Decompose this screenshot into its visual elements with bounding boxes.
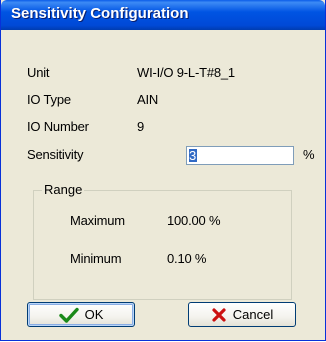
sensitivity-label: Sensitivity (27, 147, 84, 162)
sensitivity-input[interactable]: 3 (186, 146, 294, 165)
minimum-label: Minimum (70, 251, 122, 266)
minimum-value: 0.10 % (167, 251, 207, 266)
sensitivity-configuration-dialog: Sensitivity Configuration Unit WI-I/O 9-… (0, 0, 326, 341)
dialog-title: Sensitivity Configuration (11, 5, 189, 22)
sensitivity-input-value: 3 (189, 148, 197, 163)
dialog-body: Unit WI-I/O 9-L-T#8_1 IO Type AIN IO Num… (4, 30, 322, 337)
maximum-label: Maximum (70, 213, 125, 228)
io-type-value: AIN (137, 92, 159, 107)
cancel-button-label: Cancel (232, 307, 274, 322)
io-number-value: 9 (137, 119, 145, 134)
unit-label: Unit (27, 65, 50, 80)
range-legend: Range (42, 182, 85, 197)
title-bar[interactable]: Sensitivity Configuration (1, 0, 325, 30)
cancel-button[interactable]: Cancel (188, 302, 296, 327)
range-groupbox: Range Maximum 100.00 % Minimum 0.10 % (33, 182, 292, 300)
x-icon (211, 307, 227, 323)
maximum-value: 100.00 % (167, 213, 221, 228)
ok-button[interactable]: OK (27, 302, 135, 327)
sensitivity-unit: % (303, 147, 315, 162)
checkmark-icon (58, 307, 79, 323)
io-number-label: IO Number (27, 119, 89, 134)
io-type-label: IO Type (27, 92, 71, 107)
unit-value: WI-I/O 9-L-T#8_1 (137, 65, 235, 80)
ok-button-label: OK (84, 307, 104, 322)
